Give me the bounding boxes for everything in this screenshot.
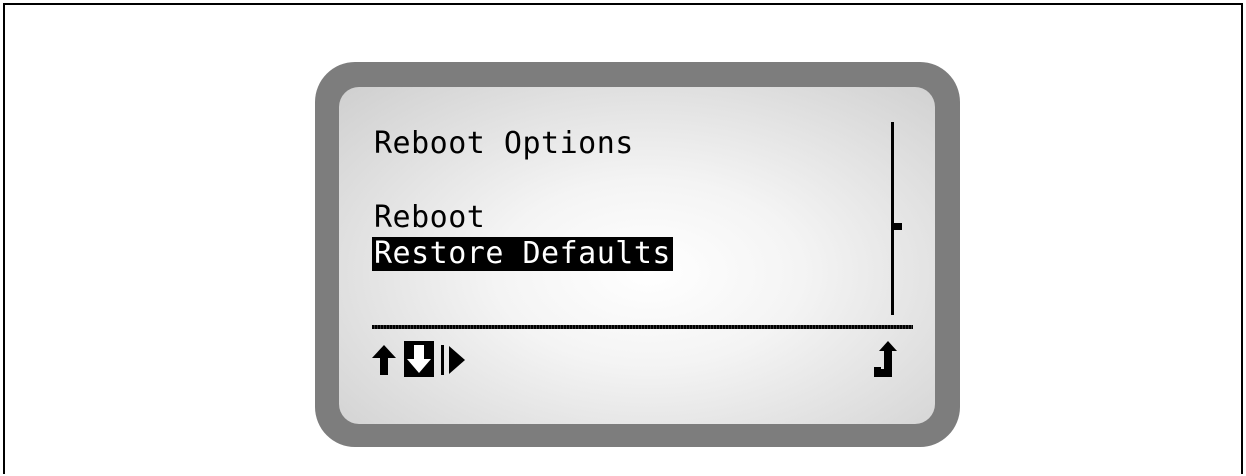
menu-item-reboot[interactable]: Reboot	[374, 201, 485, 235]
menu-item-restore-defaults[interactable]: Restore Defaults	[372, 237, 673, 271]
down-arrow-icon[interactable]	[404, 341, 434, 377]
scrollbar-thumb[interactable]	[894, 223, 902, 230]
menu-title: Reboot Options	[374, 126, 634, 161]
lcd-screen: Reboot Options Reboot Restore Defaults	[339, 87, 935, 424]
page-frame: Reboot Options Reboot Restore Defaults	[3, 3, 1243, 474]
device-bezel: Reboot Options Reboot Restore Defaults	[315, 62, 960, 447]
footer-divider	[372, 325, 913, 329]
right-arrow-icon[interactable]	[441, 345, 467, 375]
up-arrow-icon[interactable]	[372, 345, 396, 375]
scrollbar-track[interactable]	[891, 122, 894, 315]
enter-icon[interactable]	[871, 341, 897, 377]
